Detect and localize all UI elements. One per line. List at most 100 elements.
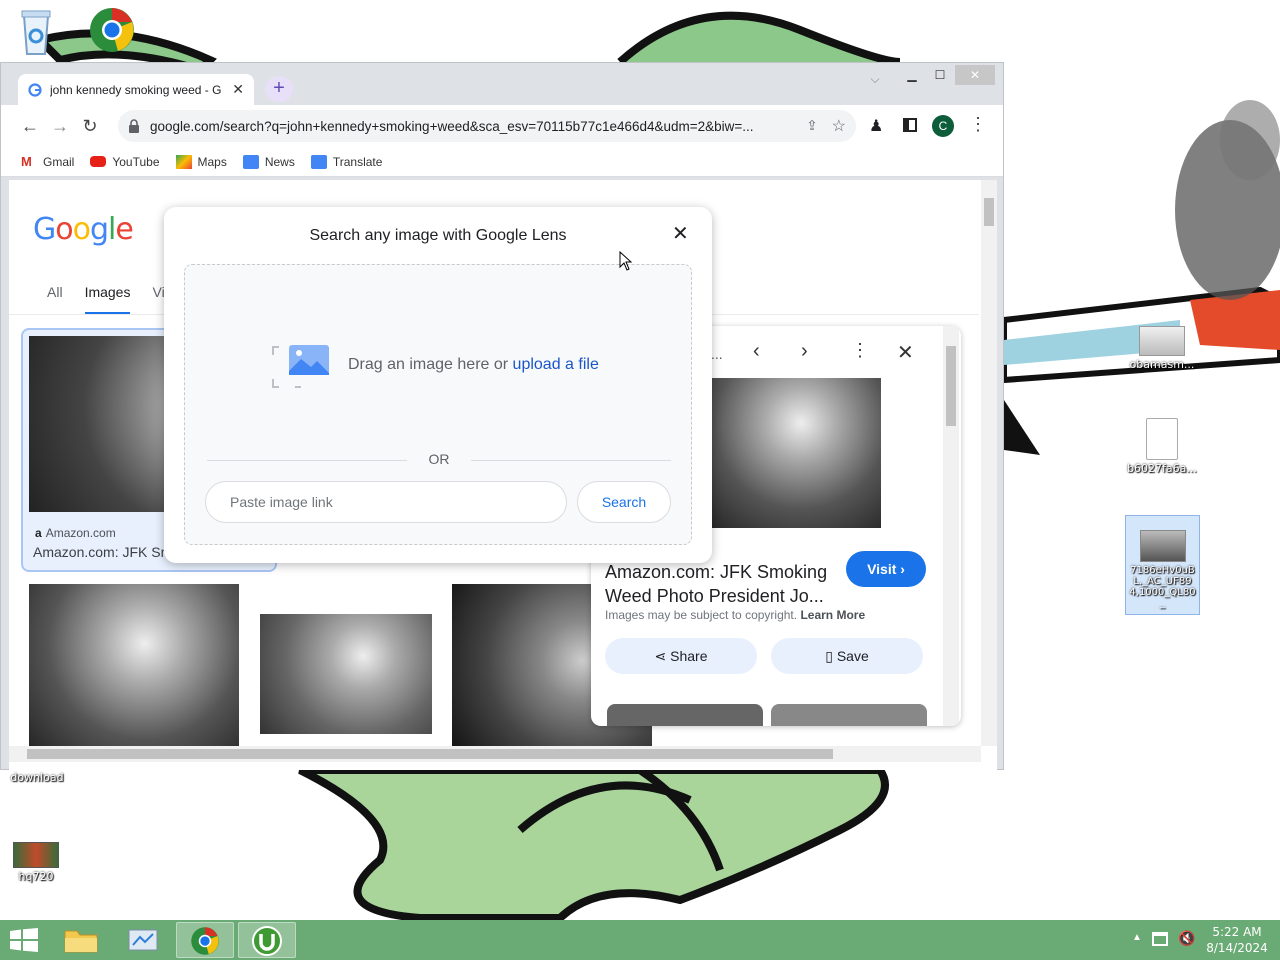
desktop-icon-recycle-bin[interactable] <box>0 6 76 62</box>
share-button[interactable]: ⋖ Share <box>605 638 757 674</box>
profile-avatar[interactable]: C <box>932 115 954 137</box>
tab-videos[interactable]: Vi <box>152 284 164 315</box>
new-tab-button[interactable]: + <box>265 76 293 102</box>
system-clock[interactable]: 5:22 AM 8/14/2024 <box>1200 924 1274 956</box>
menu-kebab-icon[interactable]: ⋮ <box>969 114 987 135</box>
lock-icon <box>129 119 139 133</box>
translate-icon <box>310 154 327 169</box>
panel-header-text: ... <box>711 346 723 362</box>
bookmark-label: Gmail <box>43 154 75 169</box>
tab-close-icon[interactable]: ✕ <box>232 81 244 98</box>
upload-file-link[interactable]: upload a file <box>513 356 599 373</box>
browser-tab[interactable]: john kennedy smoking weed - G ✕ <box>18 74 254 105</box>
chrome-icon <box>191 927 219 955</box>
image-result[interactable] <box>260 614 432 734</box>
bookmark-label: YouTube <box>112 154 160 169</box>
windows-logo-icon <box>10 928 38 952</box>
bookmark-youtube[interactable]: YouTube <box>90 154 160 169</box>
url-text: google.com/search?q=john+kennedy+smoking… <box>150 118 754 134</box>
lens-dialog-title: Search any image with Google Lens <box>309 227 567 244</box>
desktop-icon-obamasm[interactable]: obamasm... <box>1122 326 1202 371</box>
maximize-button[interactable]: ☐ <box>927 65 953 85</box>
preview-image[interactable] <box>703 378 881 528</box>
next-image-chevron-icon[interactable]: › <box>801 340 808 363</box>
visit-button[interactable]: Visit › <box>846 551 926 587</box>
address-bar[interactable]: google.com/search?q=john+kennedy+smoking… <box>118 110 856 142</box>
paste-image-link-input[interactable] <box>205 481 567 523</box>
close-dialog-icon[interactable]: ✕ <box>672 221 689 246</box>
start-button[interactable] <box>10 928 38 952</box>
clock-time: 5:22 AM <box>1212 925 1262 939</box>
back-button[interactable]: ← <box>15 116 45 137</box>
related-image[interactable] <box>771 704 927 726</box>
share-page-icon[interactable]: ⇪ <box>806 118 817 134</box>
taskbar-utorrent[interactable] <box>238 922 296 958</box>
preview-title[interactable]: Amazon.com: JFK Smoking Weed Photo Presi… <box>605 560 855 608</box>
close-window-button[interactable]: ✕ <box>955 65 995 85</box>
folder-icon <box>64 930 98 953</box>
taskbar-control-panel[interactable] <box>114 922 172 958</box>
utorrent-icon <box>252 926 282 956</box>
tab-search-chevron-icon[interactable]: ⌵ <box>863 69 887 89</box>
file-icon <box>1146 418 1178 460</box>
google-logo[interactable]: Google <box>33 212 134 247</box>
bookmark-translate[interactable]: Translate <box>310 154 382 169</box>
extension-icon[interactable]: ♟ <box>869 116 883 136</box>
clock-date: 8/14/2024 <box>1206 941 1268 955</box>
bookmark-star-icon[interactable]: ☆ <box>832 116 846 136</box>
panel-scrollbar[interactable] <box>943 326 959 726</box>
browser-toolbar: ← → ↻ google.com/search?q=john+kennedy+s… <box>1 105 1003 147</box>
drag-instructions: Drag an image here or upload a file <box>348 356 599 373</box>
chrome-icon <box>90 8 134 52</box>
tab-all[interactable]: All <box>47 284 63 315</box>
image-drop-zone[interactable]: Drag an image here or upload a file OR S… <box>184 264 692 545</box>
side-panel-icon[interactable] <box>903 118 917 132</box>
youtube-icon <box>90 156 107 167</box>
learn-more-link[interactable]: Learn More <box>800 608 865 622</box>
desktop-icon-7186eHv0uBL[interactable]: 7186eHv0uBL._AC_UF894,1000_QL80_ <box>1125 515 1200 615</box>
more-options-icon[interactable]: ⋮ <box>851 340 869 361</box>
amazon-icon: a <box>35 526 42 540</box>
close-panel-icon[interactable]: ✕ <box>897 340 914 365</box>
desktop-icon-hq720[interactable]: hq720 <box>0 842 76 883</box>
desktop-icon-chrome-shortcut[interactable] <box>72 6 152 60</box>
network-icon[interactable] <box>1152 932 1168 946</box>
result-source: a Amazon.com <box>35 526 116 540</box>
desktop-icon-download[interactable]: download <box>0 772 77 784</box>
maps-icon <box>175 154 192 169</box>
vertical-scrollbar[interactable] <box>981 180 997 746</box>
image-upload-icon <box>272 345 329 388</box>
recycle-bin-icon <box>21 10 51 55</box>
desktop-icon-label: b6027fa6a... <box>1127 462 1197 475</box>
reload-button[interactable]: ↻ <box>75 116 105 137</box>
related-image[interactable] <box>607 704 763 726</box>
desktop-icon-label: obamasm... <box>1129 358 1195 371</box>
bookmark-gmail[interactable]: M Gmail <box>21 154 75 169</box>
tab-images[interactable]: Images <box>84 284 131 315</box>
volume-muted-icon[interactable]: 🔇 <box>1178 930 1195 947</box>
prev-image-chevron-icon[interactable]: ‹ <box>753 340 760 363</box>
bookmark-label: News <box>264 154 295 169</box>
bookmark-label: Maps <box>197 154 227 169</box>
bookmark-icon: ▯ <box>825 648 833 664</box>
desktop-icon-b6027fa6a[interactable]: b6027fa6a... <box>1122 418 1202 475</box>
image-result[interactable] <box>29 584 239 754</box>
lens-search-button[interactable]: Search <box>577 481 671 523</box>
minimize-button[interactable]: ▁ <box>899 65 925 85</box>
taskbar-file-explorer[interactable] <box>52 922 110 958</box>
tab-title: john kennedy smoking weed - G <box>50 82 222 97</box>
forward-button[interactable]: → <box>45 116 75 137</box>
save-button[interactable]: ▯ Save <box>771 638 923 674</box>
desktop-icon-label: hq720 <box>18 870 54 883</box>
image-thumbnail-icon <box>1139 530 1186 562</box>
image-thumbnail-icon <box>13 842 59 868</box>
or-separator: OR <box>428 451 450 467</box>
bookmark-news[interactable]: News <box>242 154 295 169</box>
taskbar-chrome[interactable] <box>176 922 234 958</box>
bookmark-maps[interactable]: Maps <box>175 154 227 169</box>
copyright-notice: Images may be subject to copyright. Lear… <box>605 608 866 622</box>
or-divider-right <box>471 460 671 461</box>
show-hidden-icons-chevron-icon[interactable]: ▲ <box>1132 932 1142 943</box>
horizontal-scrollbar[interactable] <box>9 746 981 762</box>
share-icon: ⋖ <box>654 648 667 664</box>
